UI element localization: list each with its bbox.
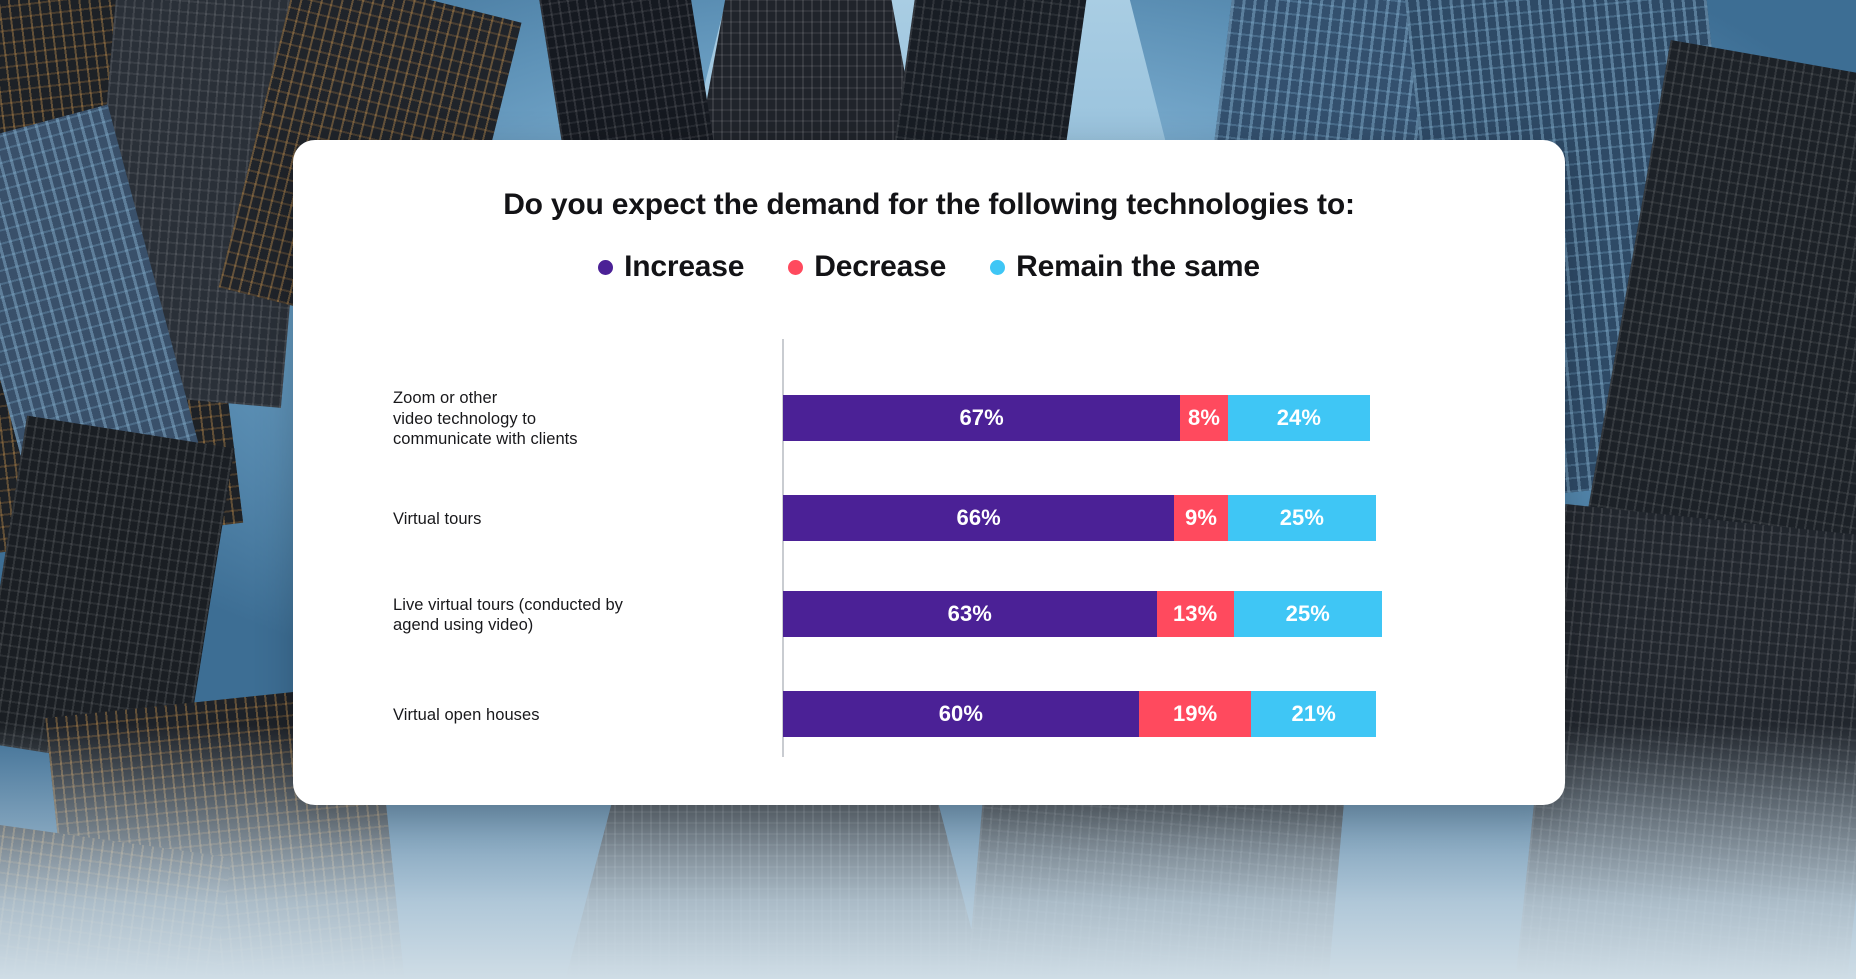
stacked-bar[interactable]: 63% 13% 25% [783,591,1382,637]
bar-segment-increase[interactable]: 63% [783,591,1157,637]
bar-segment-decrease[interactable]: 19% [1138,691,1252,737]
legend-dot-decrease [788,259,804,275]
row-label: Virtual open houses [393,705,733,726]
bar-segment-value: 60% [938,701,984,726]
bar-segment-value: 67% [959,405,1004,430]
bar-segment-value: 25% [1279,505,1325,530]
row-label-line: video technology to [393,409,537,428]
row-label: Live virtual tours (conducted by agend us… [393,595,733,636]
row-label: Zoom or other video technology to communic… [393,388,733,450]
stacked-bar[interactable]: 66% 9% 25% [783,495,1376,541]
bar-segment-value: 21% [1291,701,1336,726]
row-label-line: agend using video) [393,616,534,634]
legend-item-decrease[interactable]: Decrease [788,250,946,284]
bar-segment-value: 8% [1188,405,1221,430]
row-label-line: communicate with clients [393,430,578,449]
bar-segment-value: 19% [1172,701,1218,726]
bar-segment-decrease[interactable]: 9% [1174,495,1228,541]
legend-dot-increase [598,259,614,275]
chart-row: Live virtual tours (conducted by agend us… [393,591,1513,637]
bar-segment-value: 24% [1276,405,1322,430]
chart-card: Do you expect the demand for the followi… [293,140,1565,805]
bar-segment-value: 25% [1285,601,1330,626]
page-title: Do you expect the demand for the followi… [503,188,1355,221]
stacked-bar-chart: Zoom or other video technology to communic… [393,335,1513,765]
row-label: Virtual tours [393,509,733,530]
bar-segment-decrease[interactable]: 8% [1180,395,1228,441]
chart-row: Virtual tours 66% 9% 25% [393,495,1513,541]
bar-segment-remain-the-same[interactable]: 25% [1227,495,1376,541]
stacked-bar[interactable]: 67% 8% 24% [783,395,1371,441]
bar-segment-value: 66% [956,505,1001,530]
row-label-line: Zoom or other [393,389,498,408]
bar-segment-increase[interactable]: 67% [783,395,1181,441]
legend-label-decrease: Decrease [814,250,947,283]
legend-dot-remain-the-same [990,259,1006,275]
row-label-line: Virtual open houses [393,705,540,724]
bar-segment-value: 13% [1172,601,1218,626]
row-label-line: Live virtual tours (conducted by [393,595,623,614]
bar-segment-remain-the-same[interactable]: 25% [1233,591,1382,637]
bar-segment-increase[interactable]: 66% [783,495,1175,541]
bar-segment-value: 9% [1185,505,1218,530]
bar-segment-remain-the-same[interactable]: 21% [1251,691,1376,737]
legend-label-remain-the-same: Remain the same [1016,250,1260,283]
chart-legend: Increase Decrease Remain the same [293,250,1565,284]
bar-segment-decrease[interactable]: 13% [1156,591,1234,637]
chart-row: Virtual open houses 60% 19% 21% [393,691,1513,737]
chart-row: Zoom or other video technology to communic… [393,389,1513,448]
legend-item-remain-the-same[interactable]: Remain the same [990,250,1260,284]
legend-label-increase: Increase [624,250,745,283]
row-label-line: Virtual tours [393,509,482,528]
bar-segment-value: 63% [947,601,992,626]
slide-canvas: Do you expect the demand for the followi… [0,0,1856,979]
bar-segment-remain-the-same[interactable]: 24% [1227,395,1371,441]
stacked-bar[interactable]: 60% 19% 21% [783,691,1376,737]
bar-segment-increase[interactable]: 60% [783,691,1139,737]
legend-item-increase[interactable]: Increase [598,250,744,284]
